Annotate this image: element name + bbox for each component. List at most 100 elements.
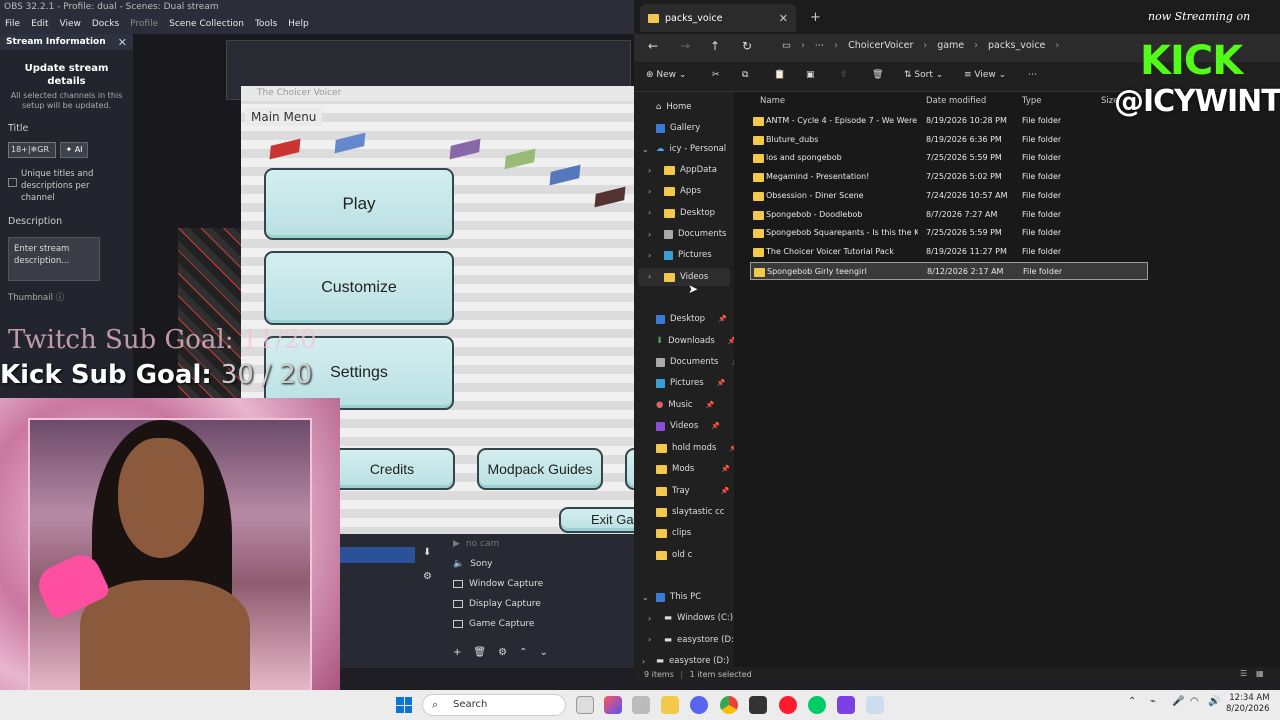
nav-item-drive-d-2[interactable]: ▬ easystore (D:) xyxy=(656,656,729,666)
close-icon[interactable]: ✕ xyxy=(779,12,788,25)
chevron-right-icon[interactable]: › xyxy=(648,208,651,217)
forward-icon[interactable]: → xyxy=(680,39,690,53)
taskbar-clock[interactable]: 12:34 AM 8/20/2026 xyxy=(1226,693,1270,715)
play-button[interactable]: Play xyxy=(264,168,454,240)
chevron-down-icon[interactable]: ⌄ xyxy=(642,145,649,154)
chevron-right-icon[interactable]: › xyxy=(642,657,645,666)
file-row[interactable]: Bluture_dubs 8/19/2026 6:36 PM File folder xyxy=(750,131,1148,149)
hidden-button[interactable] xyxy=(625,448,634,490)
file-row[interactable]: ANTM - Cycle 4 - Episode 7 - We Were Al.… xyxy=(750,112,1148,130)
rename-icon[interactable]: ▣ xyxy=(806,70,815,80)
nav-item-drive-d[interactable]: ▬ easystore (D:) xyxy=(664,635,737,645)
nav-item-home[interactable]: ⌂ Home xyxy=(656,102,692,112)
menu-view[interactable]: View xyxy=(60,19,81,31)
file-row[interactable]: The Choicer Voicer Tutorial Pack 8/19/202… xyxy=(750,243,1148,261)
nav-item-appdata[interactable]: AppData xyxy=(664,165,717,175)
menu-docks[interactable]: Docks xyxy=(92,19,119,31)
file-row[interactable]: Megamind - Presentation! 7/25/2026 5:02 P… xyxy=(750,168,1148,186)
source-item[interactable]: Window Capture xyxy=(453,579,543,589)
new-tab-icon[interactable]: + xyxy=(810,10,821,25)
share-icon[interactable]: ⇪ xyxy=(840,70,848,80)
quick-item-music[interactable]: ● Music 📌 xyxy=(656,400,714,410)
delete-icon[interactable]: 🗑 xyxy=(872,70,883,80)
chevron-right-icon[interactable]: › xyxy=(648,187,651,196)
volume-icon[interactable]: 🔊 xyxy=(1208,696,1220,707)
nav-item-desktop[interactable]: Desktop xyxy=(664,208,715,218)
quick-item-desktop[interactable]: Desktop 📌 xyxy=(656,314,727,324)
breadcrumb-item[interactable]: packs_voice xyxy=(988,40,1045,51)
chevron-right-icon[interactable]: › xyxy=(648,635,651,644)
back-icon[interactable]: ← xyxy=(648,39,658,53)
download-icon[interactable]: ⬇ xyxy=(423,547,431,558)
nav-item-gallery[interactable]: Gallery xyxy=(656,123,700,133)
credits-button[interactable]: Credits xyxy=(329,448,455,490)
quick-item-tray[interactable]: Tray 📌 xyxy=(656,486,729,496)
taskbar-search[interactable]: ⌕ Search xyxy=(422,694,566,716)
menu-edit[interactable]: Edit xyxy=(31,19,48,31)
nav-item-videos[interactable]: Videos xyxy=(664,272,708,282)
arrow-down-icon[interactable]: ⌄ xyxy=(539,647,547,658)
menu-file[interactable]: File xyxy=(5,19,20,31)
nav-item-apps[interactable]: Apps xyxy=(664,186,701,196)
chevron-right-icon[interactable]: › xyxy=(648,166,651,175)
chrome-icon[interactable] xyxy=(720,696,738,714)
opera-icon[interactable] xyxy=(779,696,797,714)
unique-checkbox[interactable] xyxy=(8,178,17,187)
menu-tools[interactable]: Tools xyxy=(255,19,277,31)
file-row[interactable]: Spongebob Girly teengirl 8/12/2026 2:17 A… xyxy=(750,261,1148,280)
start-button[interactable] xyxy=(396,697,412,713)
copilot-icon[interactable] xyxy=(604,696,622,714)
new-button[interactable]: ⊕ New ⌄ xyxy=(646,70,686,80)
nav-item-personal[interactable]: ☁ icy - Personal xyxy=(656,144,726,154)
description-input[interactable]: Enter stream description... xyxy=(8,237,100,281)
chevron-up-icon[interactable]: ⌃ xyxy=(1128,696,1136,707)
app-icon[interactable] xyxy=(837,696,855,714)
quick-item-clips[interactable]: clips xyxy=(656,528,691,538)
file-row[interactable]: Obsession - Diner Scene 7/24/2026 10:57 A… xyxy=(750,187,1148,205)
menu-scene-collection[interactable]: Scene Collection xyxy=(169,19,244,31)
settings-icon[interactable] xyxy=(632,696,650,714)
quick-item-videos[interactable]: Videos 📌 xyxy=(656,421,720,431)
file-row[interactable]: Spongebob - Doodlebob 8/7/2026 7:27 AM Fil… xyxy=(750,206,1148,224)
more-icon[interactable]: ⋯ xyxy=(1028,70,1037,80)
menu-help[interactable]: Help xyxy=(288,19,309,31)
chevron-right-icon[interactable]: › xyxy=(648,614,651,623)
breadcrumb-item[interactable]: ChoicerVoicer xyxy=(848,40,913,51)
quick-item-documents[interactable]: Documents📌 xyxy=(656,357,740,367)
network-icon[interactable]: ⌁ xyxy=(1150,696,1156,707)
nav-item-documents[interactable]: Documents xyxy=(664,229,726,239)
column-header-type[interactable]: Type xyxy=(1022,96,1042,106)
chevron-right-icon[interactable]: › xyxy=(648,230,651,239)
details-view-icon[interactable]: ☰ xyxy=(1240,669,1247,678)
chevron-right-icon[interactable]: › xyxy=(648,251,651,260)
close-icon[interactable]: ✕ xyxy=(118,36,127,49)
nav-item-pictures[interactable]: Pictures xyxy=(664,250,712,260)
file-explorer-icon[interactable] xyxy=(661,696,679,714)
task-view-icon[interactable] xyxy=(576,696,594,714)
quick-item-old-c[interactable]: old c xyxy=(656,550,692,560)
source-item[interactable]: Display Capture xyxy=(453,599,541,609)
wifi-icon[interactable]: ◠ xyxy=(1190,696,1199,707)
cut-icon[interactable]: ✂ xyxy=(712,70,720,80)
explorer-tab[interactable]: packs_voice ✕ xyxy=(640,4,796,32)
source-item[interactable]: Game Capture xyxy=(453,619,534,629)
tiles-view-icon[interactable]: ▦ xyxy=(1256,669,1264,678)
file-row[interactable]: los and spongebob 7/25/2026 5:59 PM File f… xyxy=(750,149,1148,167)
trash-icon[interactable]: 🗑 xyxy=(473,647,486,658)
quick-item-slaytastic[interactable]: slaytastic cc xyxy=(656,507,724,517)
column-header-date[interactable]: Date modified xyxy=(926,96,986,106)
gear-icon[interactable]: ⚙ xyxy=(498,647,507,658)
source-item[interactable]: ▶ no cam xyxy=(453,539,499,549)
nav-item-drive-c[interactable]: ▬ Windows (C:) xyxy=(664,613,733,623)
customize-button[interactable]: Customize xyxy=(264,251,454,325)
breadcrumb-item[interactable]: game xyxy=(937,40,964,51)
exit-game-button[interactable]: Exit Ga xyxy=(559,507,634,533)
file-row[interactable]: Spongebob Squarepants - Is this the Krus… xyxy=(750,224,1148,242)
column-header-name[interactable]: Name xyxy=(760,96,785,106)
ellipsis-icon[interactable]: ⋯ xyxy=(815,40,825,51)
edge-icon[interactable] xyxy=(808,696,826,714)
menu-profile[interactable]: Profile xyxy=(130,19,158,31)
refresh-icon[interactable]: ↻ xyxy=(742,39,752,53)
arrow-up-icon[interactable]: ⌃ xyxy=(519,647,527,658)
microphone-icon[interactable]: 🎤 xyxy=(1172,696,1184,707)
